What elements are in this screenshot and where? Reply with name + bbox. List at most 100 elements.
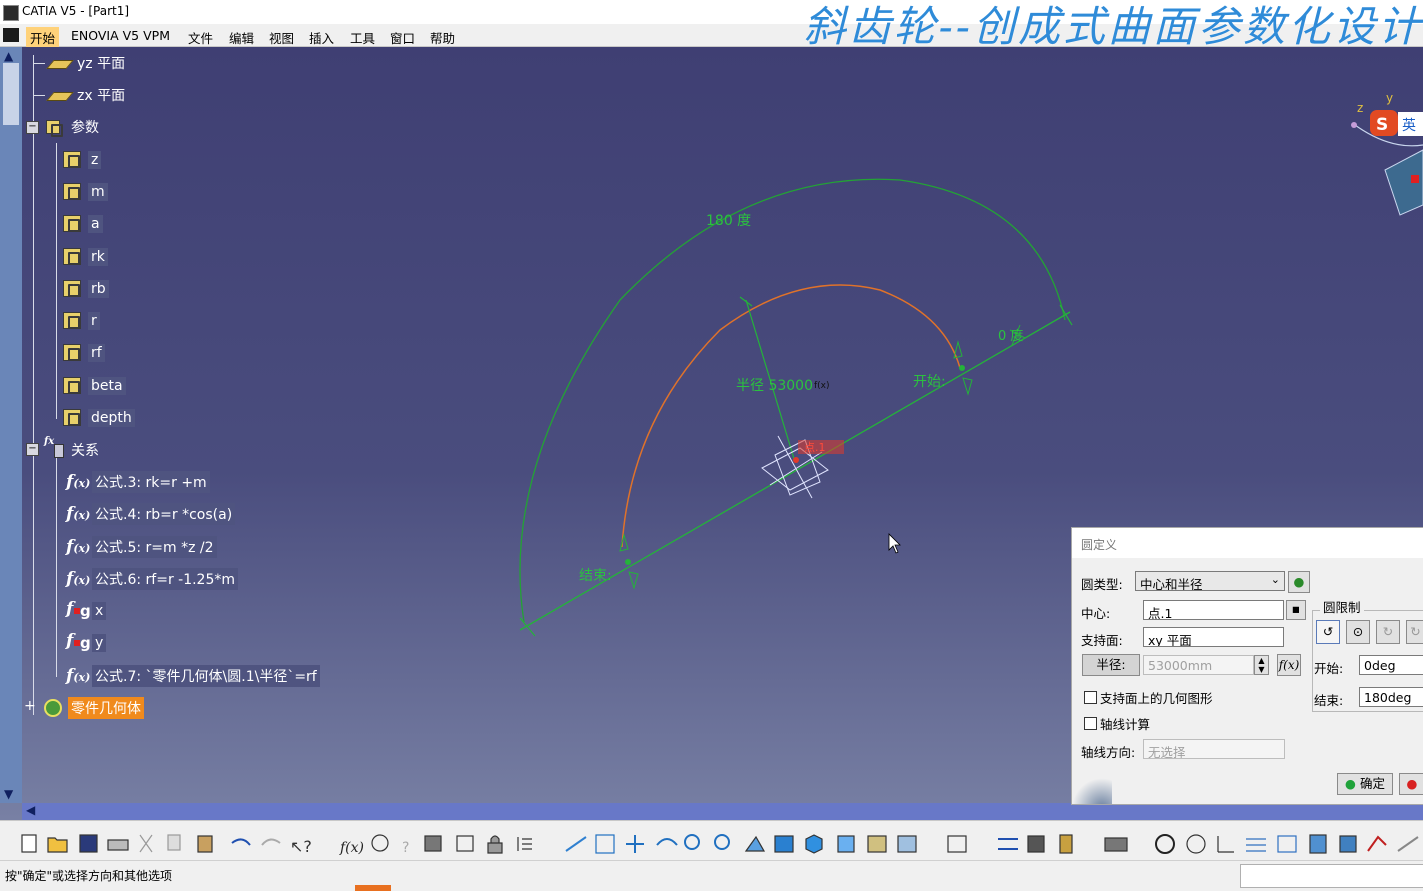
tree-formula-4[interactable]: f(x) 公式.4: rb=r *cos(a) [66, 503, 236, 525]
tree-node-relations[interactable]: fx 关系 [42, 436, 102, 461]
tree-param-rb[interactable]: rb [62, 278, 109, 300]
relations-collapse-toggle[interactable]: − [26, 443, 39, 456]
formula-icon: f(x) [66, 537, 91, 557]
scroll-up-icon[interactable]: ▲ [4, 49, 13, 63]
ok-dot-icon: ● [1345, 776, 1356, 791]
start-angle-input[interactable]: 0deg [1359, 655, 1423, 675]
tree-param-rk[interactable]: rk [62, 246, 108, 268]
end-angle-input[interactable]: 180deg [1359, 687, 1423, 707]
tree-root-line [33, 55, 34, 715]
vertical-scrollbar[interactable]: ▲ ▼ [0, 47, 22, 803]
new-file-icon [21, 834, 37, 853]
tree-param-depth[interactable]: depth [62, 407, 135, 429]
catia-app-icon [3, 5, 19, 21]
tree-formula-3[interactable]: f(x) 公式.3: rk=r +m [66, 471, 210, 493]
compass-y-label: y [1386, 91, 1393, 105]
part-arc-icon[interactable]: ↻ [1376, 620, 1400, 644]
tree-param-beta[interactable]: beta [62, 375, 126, 397]
hide-show-icon [867, 835, 887, 853]
zoom-out-icon [714, 834, 730, 850]
circle-type-options-button[interactable]: ● [1288, 571, 1310, 593]
radius-button[interactable]: 半径: [1082, 654, 1140, 676]
tree-param-z[interactable]: z [62, 149, 102, 171]
scroll-down-icon[interactable]: ▼ [4, 787, 13, 801]
normal-view-icon [744, 835, 766, 852]
mouse-cursor-icon [888, 533, 901, 554]
zoom-in-icon [684, 834, 700, 850]
parameter-icon [62, 408, 84, 428]
tree-formula-6[interactable]: f(x) 公式.6: rf=r -1.25*m [66, 568, 239, 590]
tree-node-part-body[interactable]: 零件几何体 [42, 697, 144, 719]
menu-tools[interactable]: 工具 [346, 27, 379, 48]
swap-visible-icon [897, 835, 917, 853]
tree-param-rf[interactable]: rf [62, 342, 105, 364]
tree-param-a[interactable]: a [62, 213, 103, 235]
knowledge-advisor-icon [371, 834, 389, 852]
center-point-button[interactable]: ▪ [1286, 600, 1306, 620]
axis-direction-input[interactable]: 无选择 [1143, 739, 1285, 759]
center-input[interactable]: 点.1 [1143, 600, 1284, 620]
end-angle-label: 结束: [1314, 693, 1344, 708]
axis-computation-label: 轴线计算 [1100, 717, 1151, 732]
command-input[interactable] [1240, 864, 1423, 888]
iso-view-icon [805, 834, 823, 854]
dialog-title-bar: 圆定义 [1072, 528, 1423, 558]
cancel-button[interactable]: ● [1399, 773, 1423, 795]
radius-input[interactable]: 53000mm [1143, 655, 1254, 675]
fx-mini-label: f(x) [814, 381, 830, 391]
params-collapse-toggle[interactable]: − [26, 121, 39, 134]
axis-system-icon [947, 835, 967, 853]
tree-law-y[interactable]: fg y [66, 631, 107, 654]
rotate-icon [656, 838, 678, 846]
menu-insert[interactable]: 插入 [305, 27, 338, 48]
dialog-decoration [1072, 778, 1112, 804]
trimmed-circle-icon[interactable]: ↺ [1316, 620, 1340, 644]
zero-angle-label: 0 度 [998, 328, 1023, 344]
scroll-thumb[interactable] [3, 63, 19, 125]
support-input[interactable]: xy 平面 [1143, 627, 1284, 647]
surface-icon [1309, 834, 1327, 854]
geometry-on-support-checkbox[interactable] [1084, 691, 1097, 704]
menu-window[interactable]: 窗口 [386, 27, 419, 48]
menu-start[interactable]: 开始 [26, 27, 60, 48]
status-bar: 按"确定"或选择方向和其他选项 [0, 860, 1423, 891]
scroll-left-icon[interactable]: ◀ [26, 803, 35, 817]
print-icon [107, 839, 129, 851]
law-icon: fg [66, 631, 91, 652]
list-icon [517, 837, 532, 851]
tree-node-parameters[interactable]: 参数 [42, 116, 102, 138]
bottom-toolbar: ↖? f(x) ? [0, 820, 1423, 861]
tree-node-yz-plane[interactable]: yz 平面 [33, 52, 128, 74]
tree-param-m[interactable]: m [62, 181, 108, 203]
ok-button[interactable]: ● 确定 [1337, 773, 1393, 795]
tree-formula-5[interactable]: f(x) 公式.5: r=m *z /2 [66, 536, 217, 558]
ime-label: 英 [1402, 117, 1416, 134]
grid-icon [1277, 835, 1297, 853]
tree-formula-7[interactable]: f(x) 公式.7: `零件几何体\圆.1\半径`=rf [66, 665, 320, 687]
pan-icon [626, 835, 644, 853]
menu-edit[interactable]: 编辑 [225, 27, 258, 48]
specification-tree: yz 平面 zx 平面 − 参数 z m a rk rb r rf beta d… [22, 47, 362, 767]
menu-enovia[interactable]: ENOVIA V5 VPM [67, 27, 174, 44]
parameter-icon [62, 343, 84, 363]
tree-node-zx-plane[interactable]: zx 平面 [33, 84, 128, 106]
circle-type-select[interactable]: 中心和半径 ⌄ [1135, 571, 1285, 591]
system-menu-icon[interactable] [3, 28, 19, 42]
menu-file[interactable]: 文件 [184, 27, 217, 48]
body-expand-toggle[interactable]: + [24, 699, 36, 713]
whole-circle-icon[interactable]: ⊙ [1346, 620, 1370, 644]
axis-computation-checkbox[interactable] [1084, 717, 1097, 730]
radius-spinner[interactable]: ▲ ▼ [1254, 655, 1269, 675]
tree-law-x[interactable]: fg x [66, 599, 107, 622]
parameter-icon [62, 182, 84, 202]
complement-arc-icon[interactable]: ↻ [1406, 620, 1423, 644]
radius-label: 半径 53000 [736, 378, 813, 394]
circle-arc [621, 284, 961, 548]
formula-fx-icon[interactable]: f(x) [1277, 654, 1301, 676]
tree-param-r[interactable]: r [62, 310, 100, 332]
menu-view[interactable]: 视图 [265, 27, 298, 48]
start-point [959, 365, 965, 371]
horizontal-scrollbar[interactable]: ◀ [22, 803, 1423, 820]
menu-help[interactable]: 帮助 [426, 27, 459, 48]
plane-icon [46, 53, 74, 73]
